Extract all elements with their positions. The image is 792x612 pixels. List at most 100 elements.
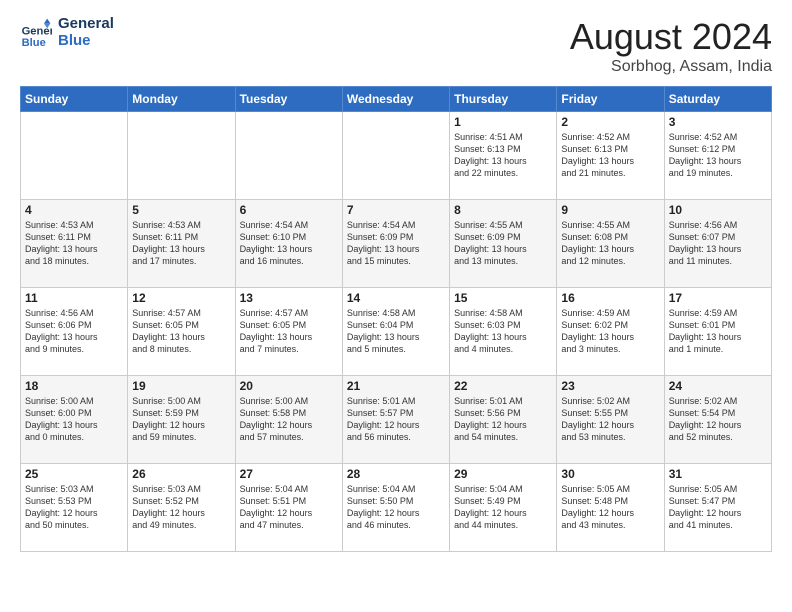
day-info: Sunrise: 4:58 AM Sunset: 6:03 PM Dayligh… [454, 307, 552, 356]
calendar-cell: 17 Sunrise: 4:59 AM Sunset: 6:01 PM Dayli… [664, 288, 771, 376]
day-info: Sunrise: 4:57 AM Sunset: 6:05 PM Dayligh… [240, 307, 338, 356]
day-info: Sunrise: 4:58 AM Sunset: 6:04 PM Dayligh… [347, 307, 445, 356]
weekday-header-tuesday: Tuesday [235, 87, 342, 112]
calendar-cell: 9Sunrise: 4:55 AM Sunset: 6:08 PM Daylig… [557, 200, 664, 288]
calendar-cell: 13 Sunrise: 4:57 AM Sunset: 6:05 PM Dayli… [235, 288, 342, 376]
day-number: 20 [240, 379, 338, 393]
calendar-cell: 1 Sunrise: 4:51 AM Sunset: 6:13 PM Daylig… [450, 112, 557, 200]
calendar-cell: 10 Sunrise: 4:56 AM Sunset: 6:07 PM Dayli… [664, 200, 771, 288]
weekday-header-wednesday: Wednesday [342, 87, 449, 112]
day-info: Sunrise: 4:54 AM Sunset: 6:10 PM Dayligh… [240, 219, 338, 268]
calendar-cell: 23Sunrise: 5:02 AM Sunset: 5:55 PM Dayli… [557, 376, 664, 464]
calendar-cell [128, 112, 235, 200]
day-number: 7 [347, 203, 445, 217]
day-info: Sunrise: 5:00 AM Sunset: 6:00 PM Dayligh… [25, 395, 123, 444]
calendar-cell: 15 Sunrise: 4:58 AM Sunset: 6:03 PM Dayli… [450, 288, 557, 376]
sub-title: Sorbhog, Assam, India [570, 58, 772, 76]
calendar-cell: 25Sunrise: 5:03 AM Sunset: 5:53 PM Dayli… [21, 464, 128, 552]
day-number: 25 [25, 467, 123, 481]
day-info: Sunrise: 4:52 AM Sunset: 6:13 PM Dayligh… [561, 131, 659, 180]
day-info: Sunrise: 5:04 AM Sunset: 5:49 PM Dayligh… [454, 483, 552, 532]
day-number: 8 [454, 203, 552, 217]
day-info: Sunrise: 4:55 AM Sunset: 6:08 PM Dayligh… [561, 219, 659, 268]
calendar-cell: 3 Sunrise: 4:52 AM Sunset: 6:12 PM Daylig… [664, 112, 771, 200]
calendar-cell: 19 Sunrise: 5:00 AM Sunset: 5:59 PM Dayli… [128, 376, 235, 464]
day-number: 11 [25, 291, 123, 305]
calendar-cell: 2Sunrise: 4:52 AM Sunset: 6:13 PM Daylig… [557, 112, 664, 200]
day-number: 30 [561, 467, 659, 481]
day-number: 24 [669, 379, 767, 393]
day-info: Sunrise: 5:04 AM Sunset: 5:51 PM Dayligh… [240, 483, 338, 532]
day-number: 23 [561, 379, 659, 393]
day-info: Sunrise: 5:00 AM Sunset: 5:59 PM Dayligh… [132, 395, 230, 444]
calendar-cell: 26 Sunrise: 5:03 AM Sunset: 5:52 PM Dayli… [128, 464, 235, 552]
day-info: Sunrise: 5:00 AM Sunset: 5:58 PM Dayligh… [240, 395, 338, 444]
day-number: 27 [240, 467, 338, 481]
day-info: Sunrise: 5:02 AM Sunset: 5:54 PM Dayligh… [669, 395, 767, 444]
day-number: 4 [25, 203, 123, 217]
day-info: Sunrise: 4:55 AM Sunset: 6:09 PM Dayligh… [454, 219, 552, 268]
day-info: Sunrise: 5:04 AM Sunset: 5:50 PM Dayligh… [347, 483, 445, 532]
weekday-header-monday: Monday [128, 87, 235, 112]
weekday-header-saturday: Saturday [664, 87, 771, 112]
page: General Blue General Blue August 2024 So… [0, 0, 792, 612]
day-info: Sunrise: 4:53 AM Sunset: 6:11 PM Dayligh… [25, 219, 123, 268]
calendar-cell: 6 Sunrise: 4:54 AM Sunset: 6:10 PM Daylig… [235, 200, 342, 288]
day-number: 12 [132, 291, 230, 305]
day-number: 29 [454, 467, 552, 481]
weekday-header-sunday: Sunday [21, 87, 128, 112]
day-info: Sunrise: 4:56 AM Sunset: 6:07 PM Dayligh… [669, 219, 767, 268]
logo-icon: General Blue [20, 17, 52, 49]
title-block: August 2024 Sorbhog, Assam, India [570, 16, 772, 76]
day-info: Sunrise: 4:57 AM Sunset: 6:05 PM Dayligh… [132, 307, 230, 356]
day-info: Sunrise: 4:51 AM Sunset: 6:13 PM Dayligh… [454, 131, 552, 180]
calendar-cell: 14 Sunrise: 4:58 AM Sunset: 6:04 PM Dayli… [342, 288, 449, 376]
calendar-cell: 12 Sunrise: 4:57 AM Sunset: 6:05 PM Dayli… [128, 288, 235, 376]
day-number: 5 [132, 203, 230, 217]
calendar-cell: 20 Sunrise: 5:00 AM Sunset: 5:58 PM Dayli… [235, 376, 342, 464]
weekday-header-thursday: Thursday [450, 87, 557, 112]
day-number: 22 [454, 379, 552, 393]
day-number: 10 [669, 203, 767, 217]
logo-blue: Blue [58, 33, 91, 50]
svg-text:Blue: Blue [22, 36, 46, 48]
day-number: 15 [454, 291, 552, 305]
day-info: Sunrise: 4:56 AM Sunset: 6:06 PM Dayligh… [25, 307, 123, 356]
calendar-cell: 8 Sunrise: 4:55 AM Sunset: 6:09 PM Daylig… [450, 200, 557, 288]
calendar-cell: 31 Sunrise: 5:05 AM Sunset: 5:47 PM Dayli… [664, 464, 771, 552]
weekday-header-friday: Friday [557, 87, 664, 112]
day-info: Sunrise: 4:59 AM Sunset: 6:01 PM Dayligh… [669, 307, 767, 356]
calendar-cell: 30 Sunrise: 5:05 AM Sunset: 5:48 PM Dayli… [557, 464, 664, 552]
calendar-cell: 24 Sunrise: 5:02 AM Sunset: 5:54 PM Dayli… [664, 376, 771, 464]
day-number: 3 [669, 115, 767, 129]
day-info: Sunrise: 5:03 AM Sunset: 5:52 PM Dayligh… [132, 483, 230, 532]
calendar-cell: 16 Sunrise: 4:59 AM Sunset: 6:02 PM Dayli… [557, 288, 664, 376]
calendar-cell: 22 Sunrise: 5:01 AM Sunset: 5:56 PM Dayli… [450, 376, 557, 464]
calendar-cell: 4 Sunrise: 4:53 AM Sunset: 6:11 PM Daylig… [21, 200, 128, 288]
day-info: Sunrise: 4:54 AM Sunset: 6:09 PM Dayligh… [347, 219, 445, 268]
calendar-cell: 28 Sunrise: 5:04 AM Sunset: 5:50 PM Dayli… [342, 464, 449, 552]
logo-general: General [58, 16, 114, 33]
day-number: 13 [240, 291, 338, 305]
day-info: Sunrise: 4:59 AM Sunset: 6:02 PM Dayligh… [561, 307, 659, 356]
header: General Blue General Blue August 2024 So… [20, 16, 772, 76]
day-number: 19 [132, 379, 230, 393]
calendar-cell [342, 112, 449, 200]
day-number: 17 [669, 291, 767, 305]
main-title: August 2024 [570, 16, 772, 58]
day-info: Sunrise: 5:01 AM Sunset: 5:56 PM Dayligh… [454, 395, 552, 444]
day-number: 26 [132, 467, 230, 481]
day-number: 6 [240, 203, 338, 217]
day-info: Sunrise: 5:05 AM Sunset: 5:48 PM Dayligh… [561, 483, 659, 532]
day-info: Sunrise: 5:05 AM Sunset: 5:47 PM Dayligh… [669, 483, 767, 532]
day-info: Sunrise: 5:01 AM Sunset: 5:57 PM Dayligh… [347, 395, 445, 444]
day-info: Sunrise: 4:52 AM Sunset: 6:12 PM Dayligh… [669, 131, 767, 180]
calendar-cell: 7 Sunrise: 4:54 AM Sunset: 6:09 PM Daylig… [342, 200, 449, 288]
day-number: 16 [561, 291, 659, 305]
day-number: 28 [347, 467, 445, 481]
day-number: 18 [25, 379, 123, 393]
day-number: 14 [347, 291, 445, 305]
day-number: 1 [454, 115, 552, 129]
calendar-cell: 18 Sunrise: 5:00 AM Sunset: 6:00 PM Dayli… [21, 376, 128, 464]
day-number: 31 [669, 467, 767, 481]
